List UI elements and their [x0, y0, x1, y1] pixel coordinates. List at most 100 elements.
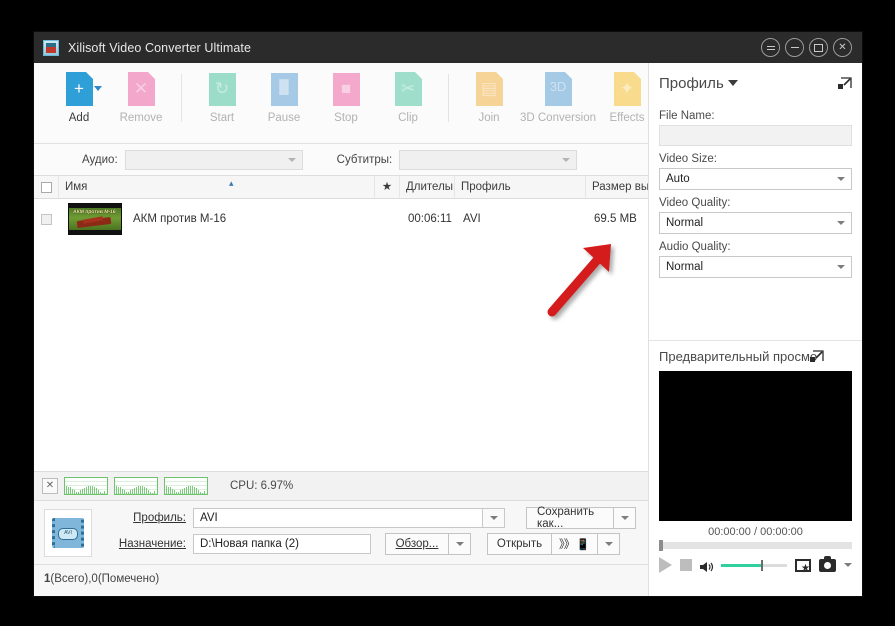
- format-icon-text: AVI: [58, 527, 78, 540]
- chevron-down-icon[interactable]: [727, 80, 738, 86]
- menu-button[interactable]: [761, 38, 780, 57]
- desktop-background: Xilisoft Video Converter Ultimate ✕ + Add…: [0, 0, 895, 626]
- close-icon[interactable]: ✕: [42, 478, 58, 494]
- open-button[interactable]: Открыть: [487, 533, 552, 555]
- minimize-button[interactable]: [785, 38, 804, 57]
- row-profile: AVI: [463, 213, 481, 225]
- play-icon[interactable]: [659, 557, 672, 573]
- start-refresh-icon: ↻: [206, 72, 239, 108]
- toolbar-button-start[interactable]: ↻ Start: [191, 72, 253, 124]
- toolbar-label: 3D Conversion: [519, 112, 597, 124]
- toolbar-label: Start: [209, 112, 235, 124]
- toolbar-button-3d-conversion[interactable]: 3D 3D Conversion: [520, 72, 596, 124]
- app-icon: [43, 39, 59, 56]
- profile-panel-header: Профиль: [649, 63, 862, 103]
- toolbar-button-add[interactable]: + Add: [48, 72, 110, 124]
- video-size-label: Video Size:: [659, 153, 717, 165]
- audio-select[interactable]: [124, 149, 303, 170]
- toolbar-button-join[interactable]: ▤ Join: [458, 72, 520, 124]
- browse-dropdown-arrow[interactable]: [449, 533, 471, 555]
- close-button[interactable]: ✕: [833, 38, 852, 57]
- file-name-label: File Name:: [659, 110, 715, 122]
- expand-icon[interactable]: [809, 349, 824, 363]
- profile-dropdown-arrow[interactable]: [483, 508, 505, 528]
- expand-icon[interactable]: [837, 76, 852, 90]
- video-quality-value: Normal: [666, 217, 704, 229]
- column-profile[interactable]: Профиль: [455, 176, 586, 198]
- avi-film-icon: AVI: [44, 508, 92, 557]
- remove-page-icon: ✕: [125, 72, 158, 108]
- join-film-icon: ▤: [473, 72, 506, 108]
- snapshot-star-icon[interactable]: [795, 558, 811, 574]
- camera-icon[interactable]: [819, 555, 836, 572]
- video-quality-label: Video Quality:: [659, 197, 731, 209]
- video-size-value: Auto: [666, 173, 690, 185]
- column-star[interactable]: ★: [375, 176, 400, 198]
- cpu-graph-1: [64, 477, 108, 495]
- audio-quality-value: Normal: [666, 261, 704, 273]
- preview-panel-header: Предварительный просмо: [649, 341, 862, 371]
- device-icon: 📱: [576, 538, 590, 551]
- send-to-device-button[interactable]: 》》 📱: [552, 533, 598, 555]
- chevron-down-icon[interactable]: [93, 86, 102, 91]
- preview-seek-slider[interactable]: [659, 540, 852, 551]
- video-thumbnail: АКМ против М-16: [68, 203, 122, 235]
- video-size-select[interactable]: Auto: [659, 168, 852, 190]
- file-name-input[interactable]: [659, 125, 852, 146]
- total-label: (Всего),: [50, 572, 92, 585]
- send-label: 》》: [559, 539, 575, 551]
- subtitle-select[interactable]: [399, 149, 578, 170]
- camera-dropdown-arrow[interactable]: [844, 563, 852, 567]
- volume-slider[interactable]: [721, 559, 787, 571]
- toolbar-button-clip[interactable]: ✂ Clip: [377, 72, 439, 124]
- toolbar-button-pause[interactable]: ▐▌ Pause: [253, 72, 315, 124]
- profile-value[interactable]: AVI: [193, 508, 483, 528]
- right-panel: Профиль File Name: Video Size: Auto Vide…: [648, 63, 862, 596]
- destination-value[interactable]: D:\Новая папка (2): [193, 534, 371, 554]
- profile-label: Профиль:: [133, 512, 186, 524]
- preview-controls: [649, 549, 862, 574]
- save-as-dropdown-arrow[interactable]: [614, 507, 636, 529]
- profile-panel-body: File Name: Video Size: Auto Video Qualit…: [649, 110, 862, 278]
- pause-icon: ▐▌: [268, 72, 301, 108]
- toolbar-label: Effects: [609, 112, 645, 124]
- row-checkbox[interactable]: [34, 208, 59, 230]
- clip-scissors-icon: ✂: [392, 72, 425, 108]
- toolbar-label: Pause: [267, 112, 301, 124]
- subtitle-label: Субтитры:: [336, 153, 393, 166]
- video-quality-select[interactable]: Normal: [659, 212, 852, 234]
- window-controls: ✕: [761, 38, 856, 57]
- toolbar-button-stop[interactable]: ■ Stop: [315, 72, 377, 124]
- column-size[interactable]: Размер вых: [586, 176, 651, 198]
- audio-quality-select[interactable]: Normal: [659, 256, 852, 278]
- cpu-usage-label: CPU: 6.97%: [230, 480, 294, 492]
- preview-video-area[interactable]: [659, 371, 852, 521]
- title-bar: Xilisoft Video Converter Ultimate ✕: [34, 32, 862, 63]
- volume-icon[interactable]: [700, 560, 714, 572]
- stop-icon[interactable]: [680, 559, 692, 571]
- toolbar-label: Stop: [334, 112, 358, 124]
- 3d-conversion-icon: 3D: [542, 72, 575, 108]
- save-as-button[interactable]: Сохранить как...: [526, 506, 614, 530]
- toolbar-button-remove[interactable]: ✕ Remove: [110, 72, 172, 124]
- browse-button[interactable]: Обзор...: [385, 533, 449, 555]
- row-file-name: АКМ против М-16: [133, 213, 227, 225]
- send-dropdown-arrow[interactable]: [598, 533, 620, 555]
- maximize-button[interactable]: [809, 38, 828, 57]
- column-duration[interactable]: Длителы: [400, 176, 455, 198]
- toolbar-label: Remove: [119, 112, 163, 124]
- column-name[interactable]: Имя: [59, 176, 375, 198]
- application-window: Xilisoft Video Converter Ultimate ✕ + Add…: [33, 31, 863, 597]
- checked-label: (Помечено): [97, 572, 160, 585]
- toolbar-label: Join: [478, 112, 500, 124]
- row-duration: 00:06:11: [408, 213, 452, 225]
- audio-label: Аудио:: [82, 153, 118, 166]
- destination-label: Назначение:: [118, 538, 186, 550]
- thumbnail-title: АКМ против М-16: [72, 209, 117, 215]
- toolbar-label: Clip: [398, 112, 418, 124]
- cpu-graph-2: [114, 477, 158, 495]
- window-title: Xilisoft Video Converter Ultimate: [68, 40, 252, 55]
- profile-panel-title: Профиль: [659, 74, 724, 92]
- add-page-icon: +: [63, 72, 102, 108]
- select-all-checkbox[interactable]: [34, 176, 59, 198]
